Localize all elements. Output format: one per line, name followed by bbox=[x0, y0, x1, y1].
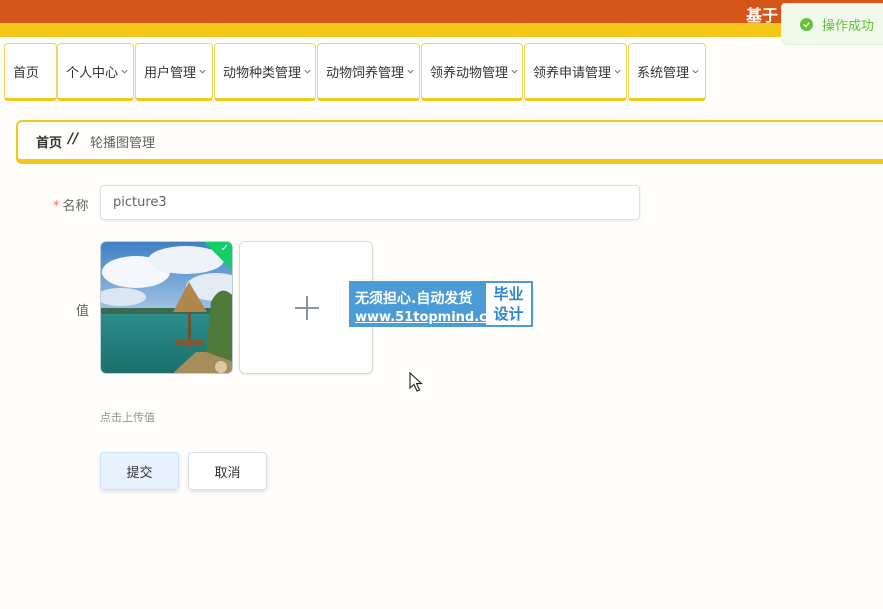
nav-item-label: 首页 bbox=[13, 65, 40, 81]
breadcrumb-current: 轮播图管理 bbox=[90, 136, 156, 151]
watermark-badge-line-1: 毕业 bbox=[493, 285, 524, 303]
nav-item-label: 动物饲养管理 bbox=[326, 65, 405, 81]
nav-item-animal-feeding[interactable]: 动物饲养管理 bbox=[317, 43, 420, 101]
nav-item-label: 个人中心 bbox=[66, 65, 119, 81]
nav-item-label: 系统管理 bbox=[637, 65, 690, 81]
nav-item-adoption-requests[interactable]: 领养申请管理 bbox=[524, 43, 627, 101]
breadcrumb-home[interactable]: 首页 bbox=[36, 132, 62, 151]
breadcrumb: 首页 // 轮播图管理 bbox=[16, 120, 883, 164]
name-field-label: * 名称 bbox=[53, 195, 89, 214]
nav-item-label: 领养动物管理 bbox=[430, 65, 509, 81]
nav-item-label: 用户管理 bbox=[144, 65, 197, 81]
nav-item-user-management[interactable]: 用户管理 bbox=[135, 43, 213, 101]
plus-icon bbox=[295, 296, 319, 320]
site-title: 基于 bbox=[746, 6, 779, 25]
watermark-banner: 无须担心.自动发货 www.51topmind.com 毕业 设计 bbox=[349, 281, 533, 327]
mouse-pointer-icon bbox=[409, 372, 423, 392]
watermark-badge-line-2: 设计 bbox=[493, 305, 524, 323]
nav-item-label: 领养申请管理 bbox=[533, 65, 612, 81]
check-icon: ✓ bbox=[220, 243, 229, 254]
nav-item-label: 动物种类管理 bbox=[223, 65, 302, 81]
required-mark: * bbox=[53, 199, 60, 214]
nav-item-personal-center[interactable]: 个人中心 bbox=[57, 43, 134, 101]
value-field-label: 值 bbox=[76, 304, 90, 319]
watermark-line-1: 无须担心.自动发货 bbox=[355, 291, 473, 307]
nav-item-animal-species[interactable]: 动物种类管理 bbox=[214, 43, 316, 101]
nav-item-home[interactable]: 首页 bbox=[4, 43, 57, 101]
success-toast: 操作成功 bbox=[781, 3, 883, 45]
chevron-down-icon bbox=[511, 69, 518, 73]
watermark-text: 无须担心.自动发货 www.51topmind.com bbox=[351, 283, 510, 325]
cancel-button[interactable]: 取消 bbox=[188, 452, 267, 490]
chevron-down-icon bbox=[692, 69, 699, 73]
watermark-line-2: www.51topmind.com bbox=[355, 310, 510, 325]
beach-hut-image bbox=[101, 242, 232, 373]
breadcrumb-separator: // bbox=[68, 131, 79, 147]
chevron-down-icon bbox=[304, 69, 311, 73]
name-input[interactable] bbox=[100, 185, 640, 220]
submit-button[interactable]: 提交 bbox=[100, 452, 179, 490]
nav-item-adoption-animals[interactable]: 领养动物管理 bbox=[421, 43, 523, 101]
watermark-badge: 毕业 设计 bbox=[486, 283, 531, 325]
name-label-text: 名称 bbox=[62, 199, 89, 214]
chevron-down-icon bbox=[199, 69, 206, 73]
nav-item-system-management[interactable]: 系统管理 bbox=[628, 43, 706, 101]
toast-message: 操作成功 bbox=[822, 18, 875, 34]
chevron-down-icon bbox=[614, 69, 621, 73]
uploaded-image-thumbnail[interactable]: ✓ bbox=[100, 241, 233, 374]
chevron-down-icon bbox=[121, 69, 128, 73]
chevron-down-icon bbox=[407, 69, 414, 73]
check-circle-icon bbox=[800, 17, 813, 31]
upload-hint: 点击上传值 bbox=[100, 411, 155, 424]
